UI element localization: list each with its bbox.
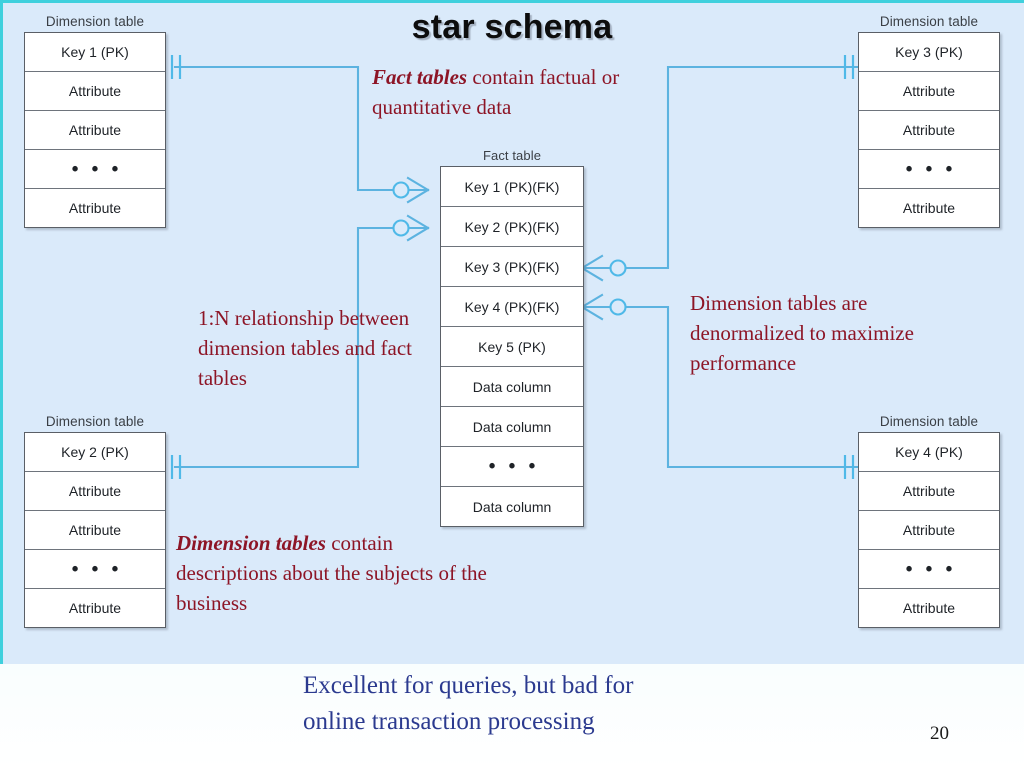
dimension-table-3-box: Key 3 (PK) Attribute Attribute • • • Att… [858,32,1000,228]
dimension-table-2-box: Key 2 (PK) Attribute Attribute • • • Att… [24,432,166,628]
fact-table-box: Key 1 (PK)(FK) Key 2 (PK)(FK) Key 3 (PK)… [440,166,584,527]
footer-line-1: Excellent for queries, but bad for [303,672,634,699]
table-row: • • • [25,150,165,189]
note-dimension-tables: Dimension tables contain descriptions ab… [176,528,496,619]
dimension-table-4[interactable]: Dimension table Key 4 (PK) Attribute Att… [858,414,1000,628]
table-row: Key 3 (PK) [859,33,999,72]
table-row: Attribute [25,472,165,511]
table-row: Attribute [859,189,999,227]
table-row: Attribute [25,511,165,550]
footer-text: Excellent for queries, but bad for onlin… [303,668,823,739]
note-fact-tables-lead: Fact tables [372,65,468,89]
table-row: Attribute [859,72,999,111]
table-row: Data column [441,407,583,447]
table-row: • • • [859,550,999,589]
table-row: Attribute [25,72,165,111]
slide: star schema Dimension table Key 1 (PK) A… [0,0,1024,768]
table-row: • • • [859,150,999,189]
note-relationship-body: 1:N relationship between dimension table… [198,306,413,391]
table-row: • • • [441,447,583,487]
table-row: Key 2 (PK) [25,433,165,472]
note-denormalized-body: Dimension tables are denormalized to max… [690,291,914,376]
table-row: Key 2 (PK)(FK) [441,207,583,247]
accent-border-top [0,0,1024,3]
dimension-table-1[interactable]: Dimension table Key 1 (PK) Attribute Att… [24,14,166,228]
note-dimension-tables-lead: Dimension tables [176,531,326,555]
table-row: Attribute [859,511,999,550]
dimension-table-1-box: Key 1 (PK) Attribute Attribute • • • Att… [24,32,166,228]
table-row: Attribute [25,589,165,627]
fact-table[interactable]: Fact table Key 1 (PK)(FK) Key 2 (PK)(FK)… [440,148,584,527]
dimension-table-4-caption: Dimension table [879,414,979,429]
dimension-table-3-caption: Dimension table [879,14,979,29]
note-relationship: 1:N relationship between dimension table… [198,303,438,394]
dimension-table-2-caption: Dimension table [45,414,145,429]
table-row: Data column [441,367,583,407]
table-row: Key 4 (PK) [859,433,999,472]
table-row: Attribute [859,111,999,150]
table-row: Key 3 (PK)(FK) [441,247,583,287]
table-row: Attribute [25,111,165,150]
accent-border-left [0,0,3,664]
footer-line-2: online transaction processing [303,707,595,735]
table-row: Attribute [859,472,999,511]
table-row: Key 1 (PK)(FK) [441,167,583,207]
table-row: Attribute [859,589,999,627]
table-row: Key 1 (PK) [25,33,165,72]
note-denormalized: Dimension tables are denormalized to max… [690,288,940,379]
fact-table-caption: Fact table [482,148,542,163]
dimension-table-3[interactable]: Dimension table Key 3 (PK) Attribute Att… [858,14,1000,228]
table-row: Data column [441,487,583,526]
dimension-table-1-caption: Dimension table [45,14,145,29]
dimension-table-4-box: Key 4 (PK) Attribute Attribute • • • Att… [858,432,1000,628]
table-row: Attribute [25,189,165,227]
table-row: • • • [25,550,165,589]
page-number: 20 [930,723,949,744]
table-row: Key 4 (PK)(FK) [441,287,583,327]
table-row: Key 5 (PK) [441,327,583,367]
note-fact-tables: Fact tables contain factual or quantitat… [372,62,640,122]
dimension-table-2[interactable]: Dimension table Key 2 (PK) Attribute Att… [24,414,166,628]
